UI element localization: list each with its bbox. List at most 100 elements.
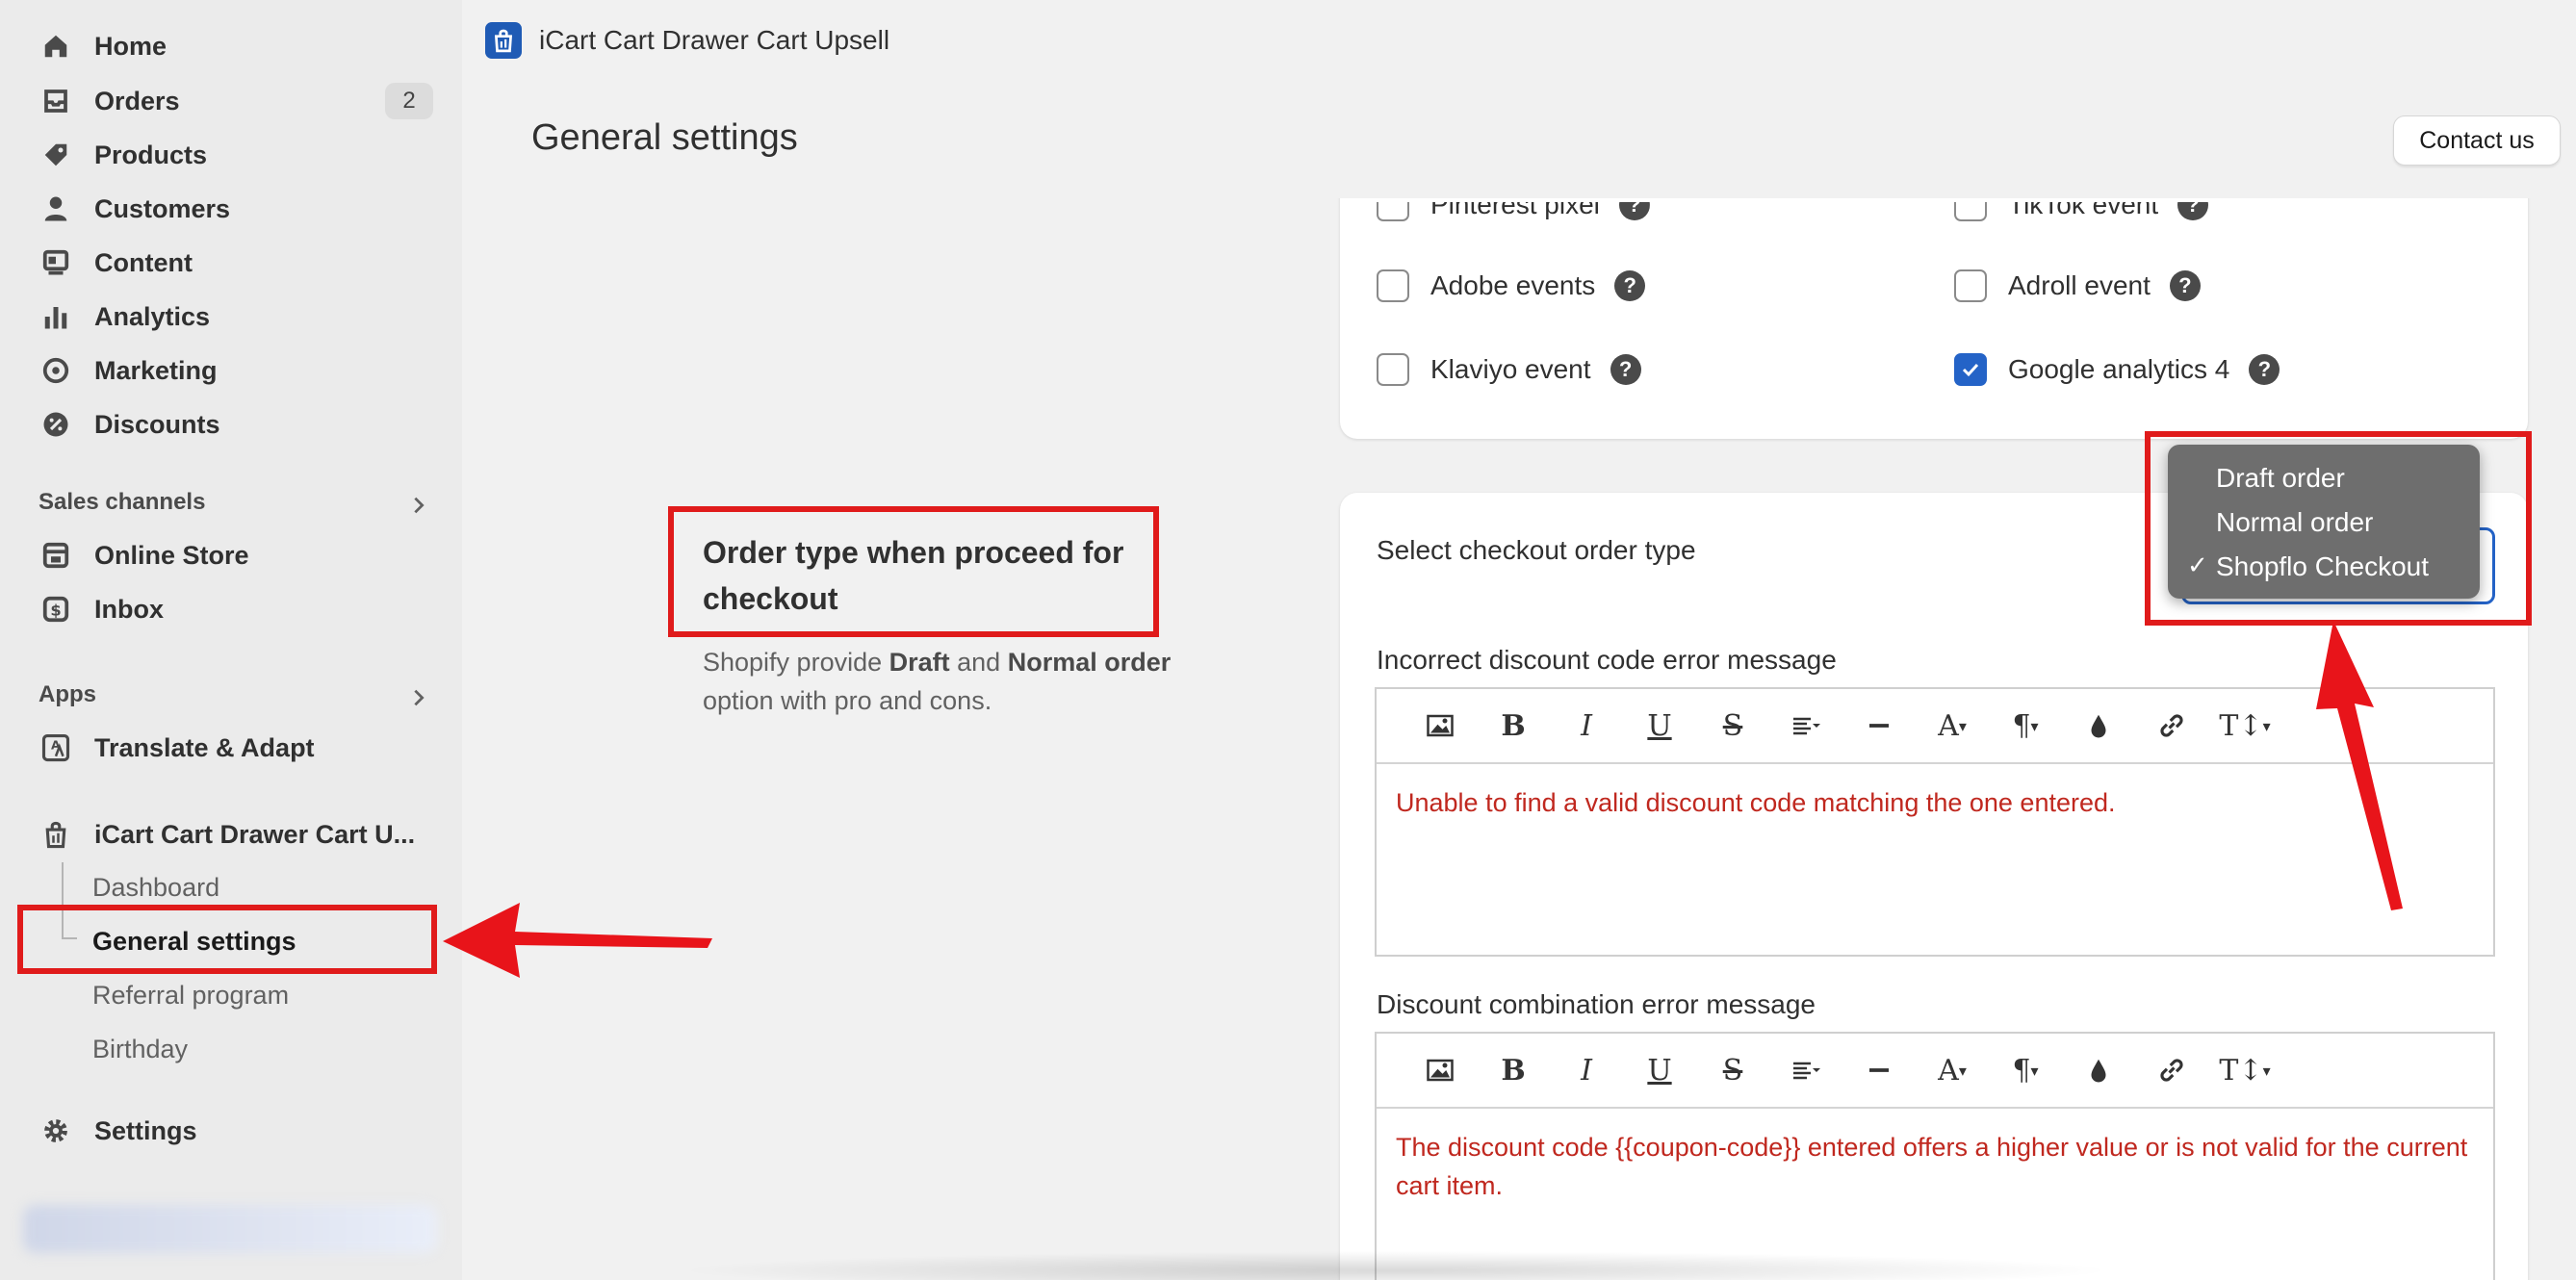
sidebar-item-label: Products <box>94 140 208 169</box>
sidebar-item-translate-adapt[interactable]: A Translate & Adapt <box>39 723 315 773</box>
italic-icon[interactable]: I <box>1550 702 1623 750</box>
help-icon[interactable]: ? <box>1614 270 1646 301</box>
annotation-box-heading <box>668 506 1159 637</box>
checkbox[interactable] <box>1377 353 1409 386</box>
font-glyph: A <box>1938 1053 1959 1088</box>
incorrect-discount-editor[interactable]: B I U S A ▾ ¶ ▾ T↕ ▾ Unable to find a valid… <box>1375 687 2495 957</box>
sidebar-item-products[interactable]: Products <box>39 130 207 180</box>
align-icon[interactable] <box>1769 702 1842 750</box>
sidebar-item-label: Customers <box>94 193 231 223</box>
link-icon[interactable] <box>2135 1046 2208 1094</box>
horizontal-rule-icon[interactable] <box>1842 702 1916 750</box>
target-icon <box>39 353 73 388</box>
icart-logo-icon <box>485 22 522 59</box>
discount-combination-label: Discount combination error message <box>1377 989 1816 1019</box>
tag-icon <box>39 138 73 172</box>
editor-toolbar: B I U S A ▾ ¶ ▾ T↕ ▾ <box>1377 689 2493 764</box>
font-color-icon[interactable]: A ▾ <box>1916 702 1989 750</box>
sidebar-item-discounts[interactable]: Discounts <box>39 399 220 449</box>
sidebar-item-settings[interactable]: Settings <box>39 1106 197 1156</box>
desc-bold-draft: Draft <box>889 648 950 677</box>
blurred-account-area <box>23 1205 437 1253</box>
bold-icon[interactable]: B <box>1477 1046 1550 1094</box>
sidebar-item-label: Discounts <box>94 409 220 439</box>
google-analytics-4-option[interactable]: Google analytics 4 ? <box>1954 353 2280 386</box>
sidebar-sub-referral-program[interactable]: Referral program <box>92 981 289 1011</box>
klaviyo-event-option[interactable]: Klaviyo event ? <box>1377 353 1641 386</box>
chevron-right-icon[interactable] <box>408 687 429 708</box>
help-icon[interactable]: ? <box>2169 270 2201 301</box>
link-icon[interactable] <box>2135 702 2208 750</box>
sidebar-item-label: Inbox <box>94 594 164 624</box>
size-glyph: T↕ <box>2219 1053 2263 1088</box>
sidebar-item-analytics[interactable]: Analytics <box>39 292 210 342</box>
font-color-icon[interactable]: A ▾ <box>1916 1046 1989 1094</box>
sidebar-item-label: Content <box>94 247 193 277</box>
bottom-shadow <box>674 1251 2118 1280</box>
sidebar-sub-birthday[interactable]: Birthday <box>92 1035 188 1064</box>
checkbox[interactable] <box>1377 269 1409 302</box>
inbox-tray-icon <box>39 84 73 118</box>
paragraph-icon[interactable]: ¶ ▾ <box>1989 702 2062 750</box>
strikethrough-icon[interactable]: S <box>1696 702 1769 750</box>
app-title: iCart Cart Drawer Cart Upsell <box>539 25 890 55</box>
check-icon <box>1962 363 1979 377</box>
editor-content[interactable]: The discount code {{coupon-code}} entere… <box>1377 1109 2493 1224</box>
sidebar-item-label: Marketing <box>94 355 218 385</box>
underline-icon[interactable]: U <box>1623 1046 1696 1094</box>
font-size-icon[interactable]: T↕ ▾ <box>2208 1046 2281 1094</box>
italic-icon[interactable]: I <box>1550 1046 1623 1094</box>
discount-icon <box>39 407 73 442</box>
image-icon[interactable] <box>1404 702 1477 750</box>
sidebar-item-label: iCart Cart Drawer Cart U... <box>94 819 416 849</box>
sidebar-item-marketing[interactable]: Marketing <box>39 346 218 396</box>
editor-toolbar: B I U S A ▾ ¶ ▾ T↕ ▾ <box>1377 1034 2493 1109</box>
incorrect-discount-label: Incorrect discount code error message <box>1377 645 1837 675</box>
content-icon <box>39 245 73 280</box>
para-glyph: ¶ <box>2012 1053 2031 1088</box>
discount-combination-editor[interactable]: B I U S A ▾ ¶ ▾ T↕ ▾ The discount code {{co… <box>1375 1032 2495 1280</box>
icart-bag-icon <box>39 817 73 852</box>
paragraph-icon[interactable]: ¶ ▾ <box>1989 1046 2062 1094</box>
home-icon <box>39 29 73 64</box>
help-icon[interactable]: ? <box>1610 354 1641 385</box>
checkbox-checked[interactable] <box>1954 353 1987 386</box>
help-icon[interactable]: ? <box>2249 354 2280 385</box>
sidebar-item-label: Home <box>94 31 167 61</box>
gear-icon <box>39 1114 73 1148</box>
chevron-right-icon[interactable] <box>408 495 429 516</box>
para-glyph: ¶ <box>2012 708 2031 743</box>
sidebar-item-online-store[interactable]: Online Store <box>39 530 249 580</box>
sales-channels-heading: Sales channels <box>39 489 206 515</box>
font-size-icon[interactable]: T↕ ▾ <box>2208 702 2281 750</box>
drop-icon[interactable] <box>2062 702 2135 750</box>
adobe-events-option[interactable]: Adobe events ? <box>1377 269 1646 302</box>
align-icon[interactable] <box>1769 1046 1842 1094</box>
bold-icon[interactable]: B <box>1477 702 1550 750</box>
sidebar-item-icart[interactable]: iCart Cart Drawer Cart U... <box>39 809 415 859</box>
apps-heading: Apps <box>39 681 96 707</box>
editor-content[interactable]: Unable to find a valid discount code mat… <box>1377 764 2493 841</box>
contact-us-button-top[interactable]: Contact us <box>2393 115 2561 166</box>
sidebar-item-orders[interactable]: Orders <box>39 76 180 126</box>
sidebar-item-label: Settings <box>94 1115 197 1145</box>
horizontal-rule-icon[interactable] <box>1842 1046 1916 1094</box>
sidebar-item-customers[interactable]: Customers <box>39 184 230 234</box>
checkbox[interactable] <box>1954 269 1987 302</box>
adroll-event-option[interactable]: Adroll event ? <box>1954 269 2201 302</box>
strikethrough-icon[interactable]: S <box>1696 1046 1769 1094</box>
checkout-order-type-label: Select checkout order type <box>1377 535 1696 565</box>
image-icon[interactable] <box>1404 1046 1477 1094</box>
underline-icon[interactable]: U <box>1623 702 1696 750</box>
sidebar-sub-dashboard[interactable]: Dashboard <box>92 873 219 903</box>
sidebar-item-inbox[interactable]: $ Inbox <box>39 584 164 634</box>
sidebar-item-home[interactable]: Home <box>39 21 167 71</box>
chat-dollar-icon: $ <box>39 592 73 627</box>
sidebar: Home Orders 2 Products Customers Content… <box>0 0 462 1280</box>
orders-count-badge: 2 <box>385 83 433 119</box>
drop-icon[interactable] <box>2062 1046 2135 1094</box>
annotation-box-dropdown <box>2145 431 2532 626</box>
font-glyph: A <box>1938 708 1959 743</box>
desc-text: Shopify provide <box>703 648 889 677</box>
sidebar-item-content[interactable]: Content <box>39 238 193 288</box>
